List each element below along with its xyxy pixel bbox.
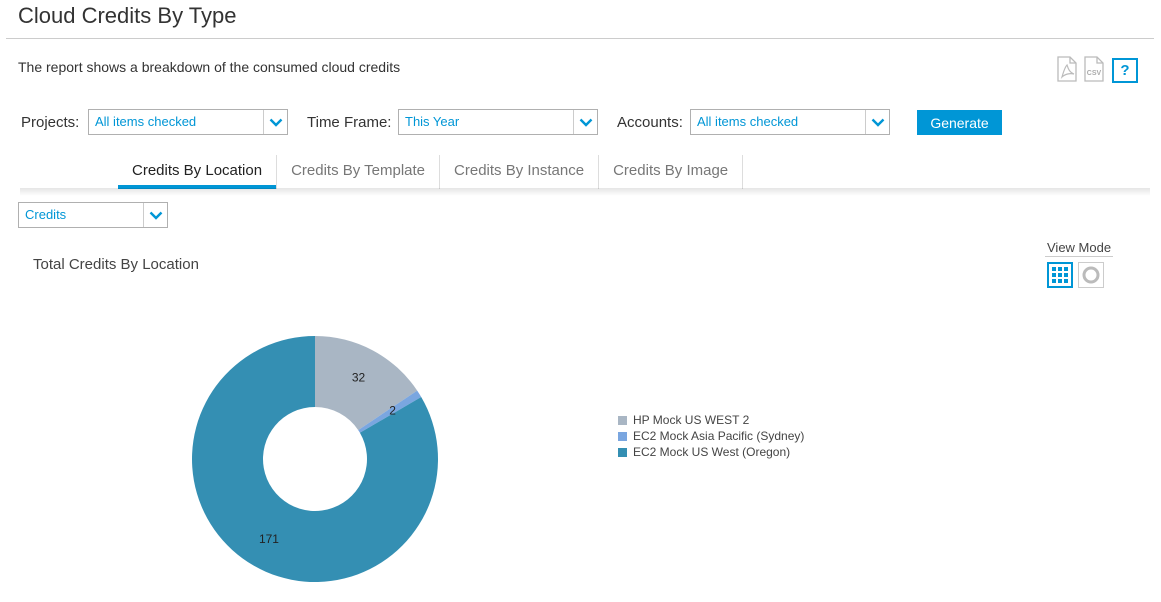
generate-button[interactable]: Generate xyxy=(917,110,1002,135)
grid-view-button[interactable] xyxy=(1047,262,1073,288)
slice-value-label: 171 xyxy=(259,532,279,546)
legend-swatch xyxy=(618,431,627,441)
chevron-down-icon[interactable] xyxy=(865,110,889,134)
page-title: Cloud Credits By Type xyxy=(18,3,237,28)
grid-view-icon xyxy=(1052,267,1068,283)
tab-credits-by-location[interactable]: Credits By Location xyxy=(118,155,278,189)
projects-dropdown-value: All items checked xyxy=(95,114,197,129)
view-mode-label: View Mode xyxy=(1047,240,1112,255)
pdf-export-icon[interactable] xyxy=(1055,56,1079,82)
legend-swatch xyxy=(618,415,627,425)
legend-label: HP Mock US WEST 2 xyxy=(633,413,750,427)
time-frame-dropdown-value: This Year xyxy=(405,114,460,129)
csv-icon-text: CSV xyxy=(1087,70,1102,77)
legend-label: EC2 Mock Asia Pacific (Sydney) xyxy=(633,429,805,443)
projects-dropdown[interactable]: All items checked xyxy=(88,109,288,135)
donut-view-button[interactable] xyxy=(1078,262,1104,288)
report-description: The report shows a breakdown of the cons… xyxy=(18,59,401,75)
metric-dropdown-value: Credits xyxy=(25,207,67,222)
tab-credits-by-instance[interactable]: Credits By Instance xyxy=(440,155,600,189)
chevron-down-icon[interactable] xyxy=(143,203,167,227)
chevron-down-icon[interactable] xyxy=(573,110,597,134)
legend-item[interactable]: HP Mock US WEST 2 xyxy=(618,412,804,428)
legend-swatch xyxy=(618,447,627,457)
view-mode-divider xyxy=(1045,256,1113,257)
donut-view-icon xyxy=(1082,266,1100,284)
legend-item[interactable]: EC2 Mock US West (Oregon) xyxy=(618,444,804,460)
tab-credits-by-template[interactable]: Credits By Template xyxy=(277,155,441,189)
title-divider xyxy=(6,38,1154,39)
tab-bar-shadow xyxy=(20,188,1150,196)
legend-label: EC2 Mock US West (Oregon) xyxy=(633,445,791,459)
tab-credits-by-image[interactable]: Credits By Image xyxy=(599,155,744,189)
help-button[interactable]: ? xyxy=(1112,58,1138,83)
report-tabs: Credits By Location Credits By Template … xyxy=(118,155,744,189)
accounts-dropdown-value: All items checked xyxy=(697,114,799,129)
projects-label: Projects: xyxy=(21,114,80,131)
donut-chart: 32 2 171 xyxy=(191,336,438,582)
metric-dropdown[interactable]: Credits xyxy=(18,202,168,228)
time-frame-label: Time Frame: xyxy=(307,114,392,131)
accounts-label: Accounts: xyxy=(617,114,683,131)
accounts-dropdown[interactable]: All items checked xyxy=(690,109,890,135)
legend-item[interactable]: EC2 Mock Asia Pacific (Sydney) xyxy=(618,428,804,444)
chart-legend: HP Mock US WEST 2 EC2 Mock Asia Pacific (… xyxy=(618,412,804,460)
csv-export-icon[interactable]: CSV xyxy=(1082,56,1106,82)
slice-value-label: 2 xyxy=(389,403,396,417)
chart-title: Total Credits By Location xyxy=(33,256,199,273)
slice-value-label: 32 xyxy=(352,370,366,384)
time-frame-dropdown[interactable]: This Year xyxy=(398,109,598,135)
chevron-down-icon[interactable] xyxy=(263,110,287,134)
